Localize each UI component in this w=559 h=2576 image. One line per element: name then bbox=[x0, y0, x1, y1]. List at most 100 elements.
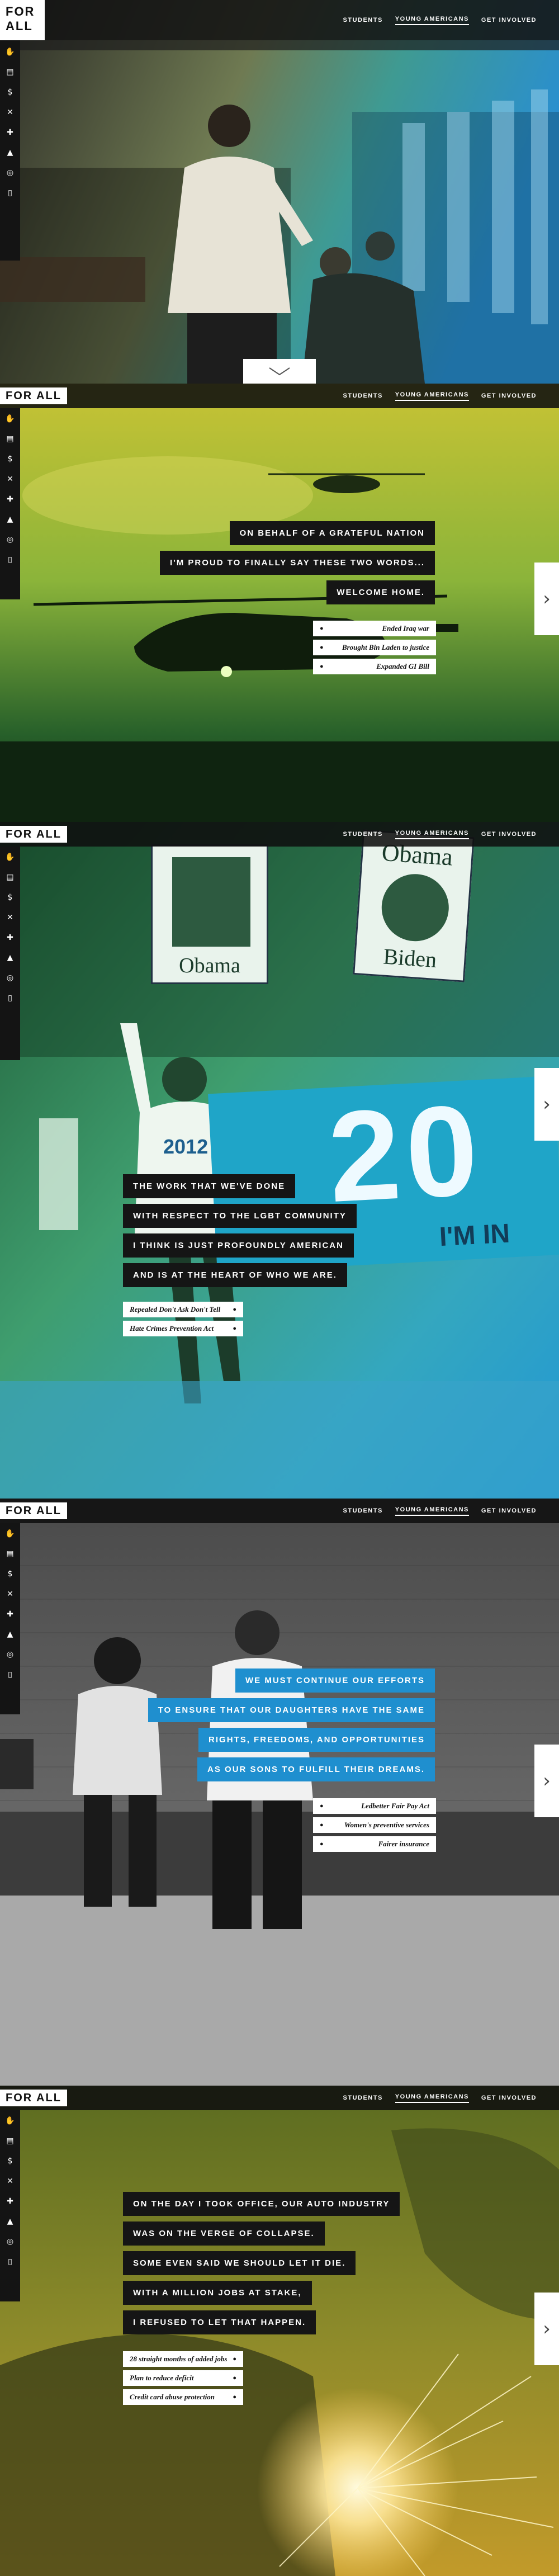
tools-icon[interactable]: ✕ bbox=[7, 914, 13, 921]
globe-icon[interactable]: ◎ bbox=[7, 536, 13, 543]
quote-line: RIGHTS, FREEDOMS, AND OPPORTUNITIES bbox=[198, 1728, 435, 1752]
document-icon[interactable]: ▤ bbox=[6, 68, 13, 76]
nav-get-involved[interactable]: GET INVOLVED bbox=[481, 1507, 537, 1514]
document-icon[interactable]: ▤ bbox=[6, 2137, 13, 2145]
graduation-cap-icon[interactable]: ▲ bbox=[7, 516, 13, 523]
scroll-down-button[interactable] bbox=[243, 359, 316, 384]
nav-students[interactable]: STUDENTS bbox=[343, 831, 383, 838]
nav-get-involved[interactable]: GET INVOLVED bbox=[481, 2095, 537, 2101]
sign-text: Obama bbox=[179, 954, 240, 977]
nav-students[interactable]: STUDENTS bbox=[343, 1507, 383, 1514]
achievement-item[interactable]: ● Fairer insurance bbox=[313, 1836, 436, 1852]
tools-icon[interactable]: ✕ bbox=[7, 1590, 13, 1598]
medical-icon[interactable]: ✚ bbox=[7, 934, 13, 942]
top-navigation: FOR ALL STUDENTS YOUNG AMERICANS GET INV… bbox=[0, 0, 559, 40]
achievement-item[interactable]: Plan to reduce deficit ● bbox=[123, 2370, 243, 2386]
globe-icon[interactable]: ◎ bbox=[7, 2238, 13, 2246]
dollar-icon[interactable]: $ bbox=[8, 1570, 13, 1578]
bullet-icon: ● bbox=[233, 2394, 236, 2400]
globe-icon[interactable]: ◎ bbox=[7, 169, 13, 177]
medical-icon[interactable]: ✚ bbox=[7, 2197, 13, 2205]
nav-students[interactable]: STUDENTS bbox=[343, 17, 383, 23]
tools-icon[interactable]: ✕ bbox=[7, 108, 13, 116]
tools-icon[interactable]: ✕ bbox=[7, 2177, 13, 2185]
achievement-item[interactable]: ● Expanded GI Bill bbox=[313, 659, 436, 674]
document-icon[interactable]: ▤ bbox=[6, 1550, 13, 1558]
graduation-cap-icon[interactable]: ▲ bbox=[7, 149, 13, 157]
next-slide-button[interactable]: › bbox=[534, 563, 559, 635]
nav-young-americans[interactable]: YOUNG AMERICANS bbox=[395, 2093, 469, 2103]
bullet-icon: ● bbox=[233, 2375, 236, 2381]
globe-icon[interactable]: ◎ bbox=[7, 974, 13, 982]
medical-icon[interactable]: ✚ bbox=[7, 495, 13, 503]
dollar-icon[interactable]: $ bbox=[8, 894, 13, 901]
for-all-logo[interactable]: FOR ALL bbox=[0, 826, 67, 843]
nav-get-involved[interactable]: GET INVOLVED bbox=[481, 17, 537, 23]
document-icon[interactable]: ▤ bbox=[6, 873, 13, 881]
hand-icon[interactable]: ✋ bbox=[5, 2117, 15, 2125]
next-slide-button[interactable]: › bbox=[534, 2293, 559, 2365]
for-all-logo[interactable]: FOR ALL bbox=[0, 0, 45, 40]
hand-icon[interactable]: ✋ bbox=[5, 853, 15, 861]
achievement-item[interactable]: ● Brought Bin Laden to justice bbox=[313, 640, 436, 655]
document-icon[interactable]: ▤ bbox=[6, 435, 13, 443]
quote-line: WITH A MILLION JOBS AT STAKE, bbox=[123, 2281, 312, 2305]
medical-icon[interactable]: ✚ bbox=[7, 129, 13, 136]
achievement-item[interactable]: Repealed Don't Ask Don't Tell ● bbox=[123, 1302, 243, 1317]
achievement-item[interactable]: ● Ended Iraq war bbox=[313, 621, 436, 636]
nav-get-involved[interactable]: GET INVOLVED bbox=[481, 831, 537, 838]
quote-line: AS OUR SONS TO FULFILL THEIR DREAMS. bbox=[197, 1757, 435, 1781]
next-slide-button[interactable]: › bbox=[534, 1068, 559, 1141]
side-icon-rail: ✋ ▤ $ ✕ ✚ ▲ ◎ ▯ bbox=[0, 2110, 20, 2301]
clipboard-icon[interactable]: ▯ bbox=[8, 189, 12, 197]
for-all-logo[interactable]: FOR ALL bbox=[0, 387, 67, 404]
clipboard-icon[interactable]: ▯ bbox=[8, 2258, 12, 2266]
nav-get-involved[interactable]: GET INVOLVED bbox=[481, 393, 537, 399]
clipboard-icon[interactable]: ▯ bbox=[8, 556, 12, 564]
hand-icon[interactable]: ✋ bbox=[5, 1530, 15, 1538]
medical-icon[interactable]: ✚ bbox=[7, 1610, 13, 1618]
nav-students[interactable]: STUDENTS bbox=[343, 393, 383, 399]
graduation-cap-icon[interactable]: ▲ bbox=[7, 954, 13, 962]
achievement-item[interactable]: 28 straight months of added jobs ● bbox=[123, 2351, 243, 2367]
clipboard-icon[interactable]: ▯ bbox=[8, 1671, 12, 1679]
globe-icon[interactable]: ◎ bbox=[7, 1651, 13, 1658]
tools-icon[interactable]: ✕ bbox=[7, 475, 13, 483]
bullet-icon: ● bbox=[320, 1803, 324, 1809]
nav-young-americans[interactable]: YOUNG AMERICANS bbox=[395, 16, 469, 25]
nav-young-americans[interactable]: YOUNG AMERICANS bbox=[395, 1506, 469, 1516]
top-navigation: FOR ALL STUDENTS YOUNG AMERICANS GET INV… bbox=[0, 1499, 559, 1523]
quote-block: ON BEHALF OF A GRATEFUL NATION I'M PROUD… bbox=[160, 521, 435, 604]
nav-young-americans[interactable]: YOUNG AMERICANS bbox=[395, 830, 469, 839]
chevron-right-icon: › bbox=[543, 2318, 551, 2340]
quote-line: I THINK IS JUST PROFOUNDLY AMERICAN bbox=[123, 1233, 354, 1258]
for-all-logo[interactable]: FOR ALL bbox=[0, 2090, 67, 2106]
dollar-icon[interactable]: $ bbox=[8, 455, 13, 463]
graduation-cap-icon[interactable]: ▲ bbox=[7, 2218, 13, 2225]
side-icon-rail: ✋ ▤ $ ✕ ✚ ▲ ◎ ▯ bbox=[0, 847, 20, 1060]
section-welcome-home: FOR ALL STUDENTS YOUNG AMERICANS GET INV… bbox=[0, 384, 559, 822]
hand-icon[interactable]: ✋ bbox=[5, 415, 15, 423]
nav-young-americans[interactable]: YOUNG AMERICANS bbox=[395, 391, 469, 401]
dollar-icon[interactable]: $ bbox=[8, 88, 13, 96]
achievement-item[interactable]: ● Ledbetter Fair Pay Act bbox=[313, 1798, 436, 1814]
clipboard-icon[interactable]: ▯ bbox=[8, 994, 12, 1002]
nav-students[interactable]: STUDENTS bbox=[343, 2095, 383, 2101]
for-all-logo[interactable]: FOR ALL bbox=[0, 1502, 67, 1519]
chevron-down-icon bbox=[269, 367, 290, 376]
graduation-cap-icon[interactable]: ▲ bbox=[7, 1630, 13, 1638]
hand-icon[interactable]: ✋ bbox=[5, 48, 15, 56]
dollar-icon[interactable]: $ bbox=[8, 2157, 13, 2165]
nav-links: STUDENTS YOUNG AMERICANS GET INVOLVED bbox=[343, 2086, 537, 2110]
achievement-item[interactable]: Credit card abuse protection ● bbox=[123, 2389, 243, 2405]
achievement-item[interactable]: ● Women's preventive services bbox=[313, 1817, 436, 1833]
chevron-right-icon: › bbox=[543, 1770, 551, 1792]
quote-line: THE WORK THAT WE'VE DONE bbox=[123, 1174, 296, 1198]
quote-line: ON THE DAY I TOOK OFFICE, OUR AUTO INDUS… bbox=[123, 2192, 400, 2216]
next-slide-button[interactable]: › bbox=[534, 1745, 559, 1817]
achievement-item[interactable]: Hate Crimes Prevention Act ● bbox=[123, 1321, 243, 1336]
bullet-icon: ● bbox=[320, 1822, 324, 1828]
bullet-icon: ● bbox=[320, 644, 324, 651]
quote-line: TO ENSURE THAT OUR DAUGHTERS HAVE THE SA… bbox=[148, 1698, 435, 1722]
banner-slogan: I'M IN bbox=[438, 1218, 511, 1252]
